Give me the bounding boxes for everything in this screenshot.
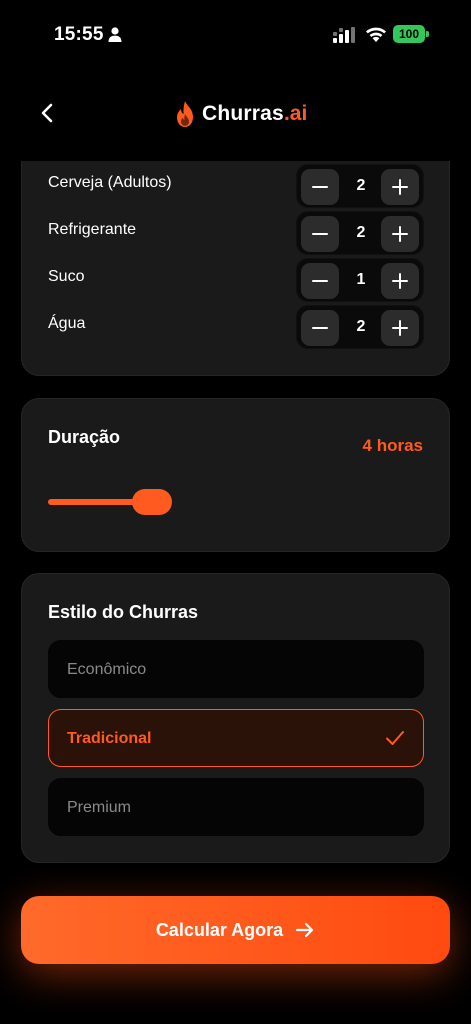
app-screen: 15:55 100 Churras .ai Cerveja (Adultos) … [0,0,471,1024]
duration-value: 4 horas [362,436,423,455]
brand-logo: Churras .ai [174,98,307,130]
style-option-label: Econômico [67,661,147,678]
decrement-button[interactable] [301,310,339,346]
quantity-value: 1 [356,271,366,288]
quantity-value: 2 [356,318,366,335]
style-option-label: Tradicional [67,730,152,747]
decrement-button[interactable] [301,169,339,205]
drink-row-agua: Água 2 [48,305,424,349]
battery-cap [426,31,429,37]
decrement-button[interactable] [301,216,339,252]
drink-row-refrigerante: Refrigerante 2 [48,211,424,255]
quantity-value: 2 [356,224,366,241]
drink-label: Suco [48,268,85,285]
style-option-label: Premium [67,799,132,816]
person-icon [108,27,122,42]
quantity-stepper: 2 [296,164,424,208]
wifi-icon [366,27,386,42]
drink-label: Refrigerante [48,221,137,238]
increment-button[interactable] [381,169,419,205]
slider-thumb[interactable] [132,489,172,515]
drink-row-cerveja: Cerveja (Adultos) 2 [48,164,424,208]
minus-icon [312,280,328,282]
drink-row-suco: Suco 1 [48,258,424,302]
status-time: 15:55 [54,24,104,45]
chevron-left-icon [41,103,53,123]
flame-icon [177,101,193,127]
duration-title: Duração [48,427,121,447]
minus-icon [312,186,328,188]
calculate-button-label: Calcular Agora [155,919,284,940]
minus-icon [312,233,328,235]
nav-header: Churras .ai [0,70,471,161]
duration-card: Duração 4 horas [21,398,450,552]
arrow-right-icon [296,922,314,938]
brand-suffix: .ai [283,102,308,125]
battery-level: 100 [393,25,425,43]
quantity-stepper: 2 [296,305,424,349]
plus-icon [392,226,408,242]
plus-icon [392,179,408,195]
increment-button[interactable] [381,216,419,252]
decrement-button[interactable] [301,263,339,299]
quantity-stepper: 2 [296,211,424,255]
drink-label: Água [48,315,86,332]
increment-button[interactable] [381,263,419,299]
plus-icon [392,320,408,336]
status-bar: 15:55 100 [0,0,471,70]
check-icon [386,731,404,745]
style-title: Estilo do Churras [48,602,199,622]
style-option-premium[interactable]: Premium [48,778,424,836]
battery-icon: 100 [393,25,429,43]
brand-name: Churras [202,102,284,125]
increment-button[interactable] [381,310,419,346]
quantity-stepper: 1 [296,258,424,302]
style-option-economico[interactable]: Econômico [48,640,424,698]
quantity-value: 2 [356,177,366,194]
content-scroll[interactable]: Cerveja (Adultos) 2 Refrigerante 2 Suco … [0,161,471,1024]
drinks-card: Cerveja (Adultos) 2 Refrigerante 2 Suco … [21,161,450,376]
style-option-tradicional[interactable]: Tradicional [48,709,424,767]
signal-icon [333,27,355,43]
duration-slider[interactable] [48,489,178,519]
style-card: Estilo do Churras Econômico Tradicional … [21,573,450,863]
calculate-button[interactable]: Calcular Agora [21,896,450,964]
back-button[interactable] [30,96,64,130]
minus-icon [312,327,328,329]
plus-icon [392,273,408,289]
drink-label: Cerveja (Adultos) [48,174,172,191]
